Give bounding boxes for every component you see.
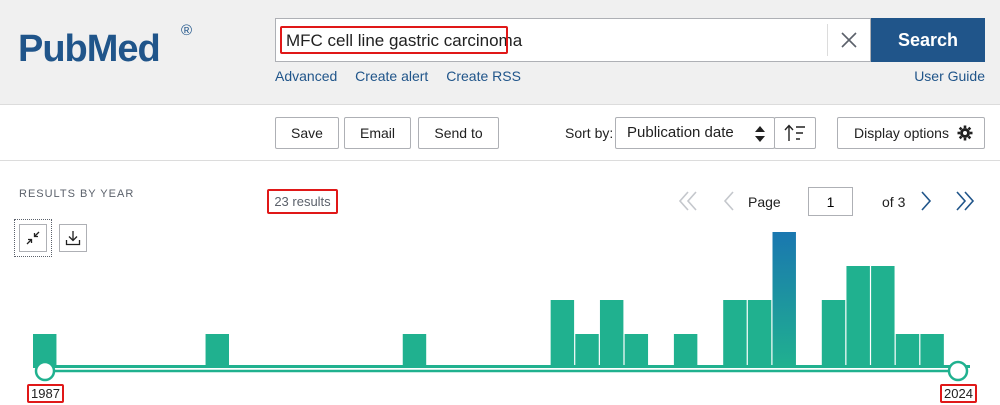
sort-order-button[interactable]	[774, 117, 816, 149]
results-by-year-title: RESULTS BY YEAR	[19, 188, 135, 200]
clear-divider	[827, 24, 828, 56]
page-number-input[interactable]	[808, 187, 853, 216]
logo-text: PubMed	[18, 28, 161, 70]
histogram-bar-2023[interactable]	[920, 334, 944, 368]
search-box	[275, 18, 871, 62]
histogram-bar-2013[interactable]	[673, 334, 698, 368]
year-range-start-handle[interactable]	[34, 360, 56, 382]
create-rss-link[interactable]: Create RSS	[446, 68, 521, 84]
search-input[interactable]	[280, 27, 780, 55]
chevron-left-icon	[723, 191, 734, 211]
sort-order-icon	[784, 124, 805, 141]
histogram-bar-2021[interactable]	[871, 266, 895, 368]
logo-registered-mark: ®	[181, 22, 193, 39]
sort-value: Publication date	[627, 124, 734, 141]
next-page-button[interactable]	[914, 188, 938, 214]
double-chevron-left-icon	[678, 191, 697, 211]
display-options-label: Display options	[854, 125, 949, 141]
search-button[interactable]: Search	[871, 18, 985, 62]
double-chevron-right-icon	[956, 191, 975, 211]
save-button[interactable]: Save	[275, 117, 339, 149]
header: PubMed ® Search Advanced Create alert Cr…	[0, 0, 1000, 105]
search-links: Advanced Create alert Create RSS	[275, 68, 535, 84]
gear-icon	[957, 125, 973, 141]
advanced-link[interactable]: Advanced	[275, 68, 337, 84]
last-page-button[interactable]	[953, 188, 977, 214]
select-arrows-icon	[755, 126, 765, 142]
histogram-bar-2011[interactable]	[624, 334, 649, 368]
sort-by-label: Sort by:	[565, 125, 614, 141]
page-count: of 3	[882, 194, 906, 210]
histogram-bar-2009[interactable]	[575, 334, 599, 368]
first-page-button[interactable]	[676, 188, 700, 214]
results-count: 23 results	[267, 189, 338, 214]
histogram-bar-2017[interactable]	[772, 232, 796, 368]
create-alert-link[interactable]: Create alert	[355, 68, 428, 84]
timeline-start-year: 1987	[27, 384, 64, 403]
user-guide-link[interactable]: User Guide	[914, 68, 985, 84]
year-range-end-handle[interactable]	[947, 360, 969, 382]
histogram-bar-2015[interactable]	[723, 300, 747, 368]
histogram-bar-2019[interactable]	[821, 300, 846, 368]
histogram-bar-2016[interactable]	[747, 300, 772, 368]
pubmed-logo[interactable]: PubMed ®	[18, 14, 203, 74]
histogram-bar-1994[interactable]	[205, 334, 229, 368]
timeline-end-year: 2024	[940, 384, 977, 403]
previous-page-button[interactable]	[717, 188, 741, 214]
histogram-bar-2008[interactable]	[550, 300, 575, 368]
results-toolbar: Save Email Send to Sort by: Publication …	[0, 106, 1000, 161]
chevron-right-icon	[921, 191, 932, 211]
results-by-year-histogram[interactable]	[0, 220, 1000, 405]
display-options-button[interactable]: Display options	[837, 117, 985, 149]
histogram-bar-2002[interactable]	[402, 334, 427, 368]
send-to-button[interactable]: Send to	[418, 117, 499, 149]
sort-select[interactable]: Publication date	[615, 117, 775, 149]
page-label: Page	[748, 194, 781, 210]
clear-search-button[interactable]	[830, 20, 868, 60]
email-button[interactable]: Email	[344, 117, 411, 149]
histogram-bar-2010[interactable]	[599, 300, 624, 368]
histogram-bar-2020[interactable]	[846, 266, 870, 368]
close-icon	[841, 32, 857, 48]
histogram-bar-2022[interactable]	[895, 334, 920, 368]
